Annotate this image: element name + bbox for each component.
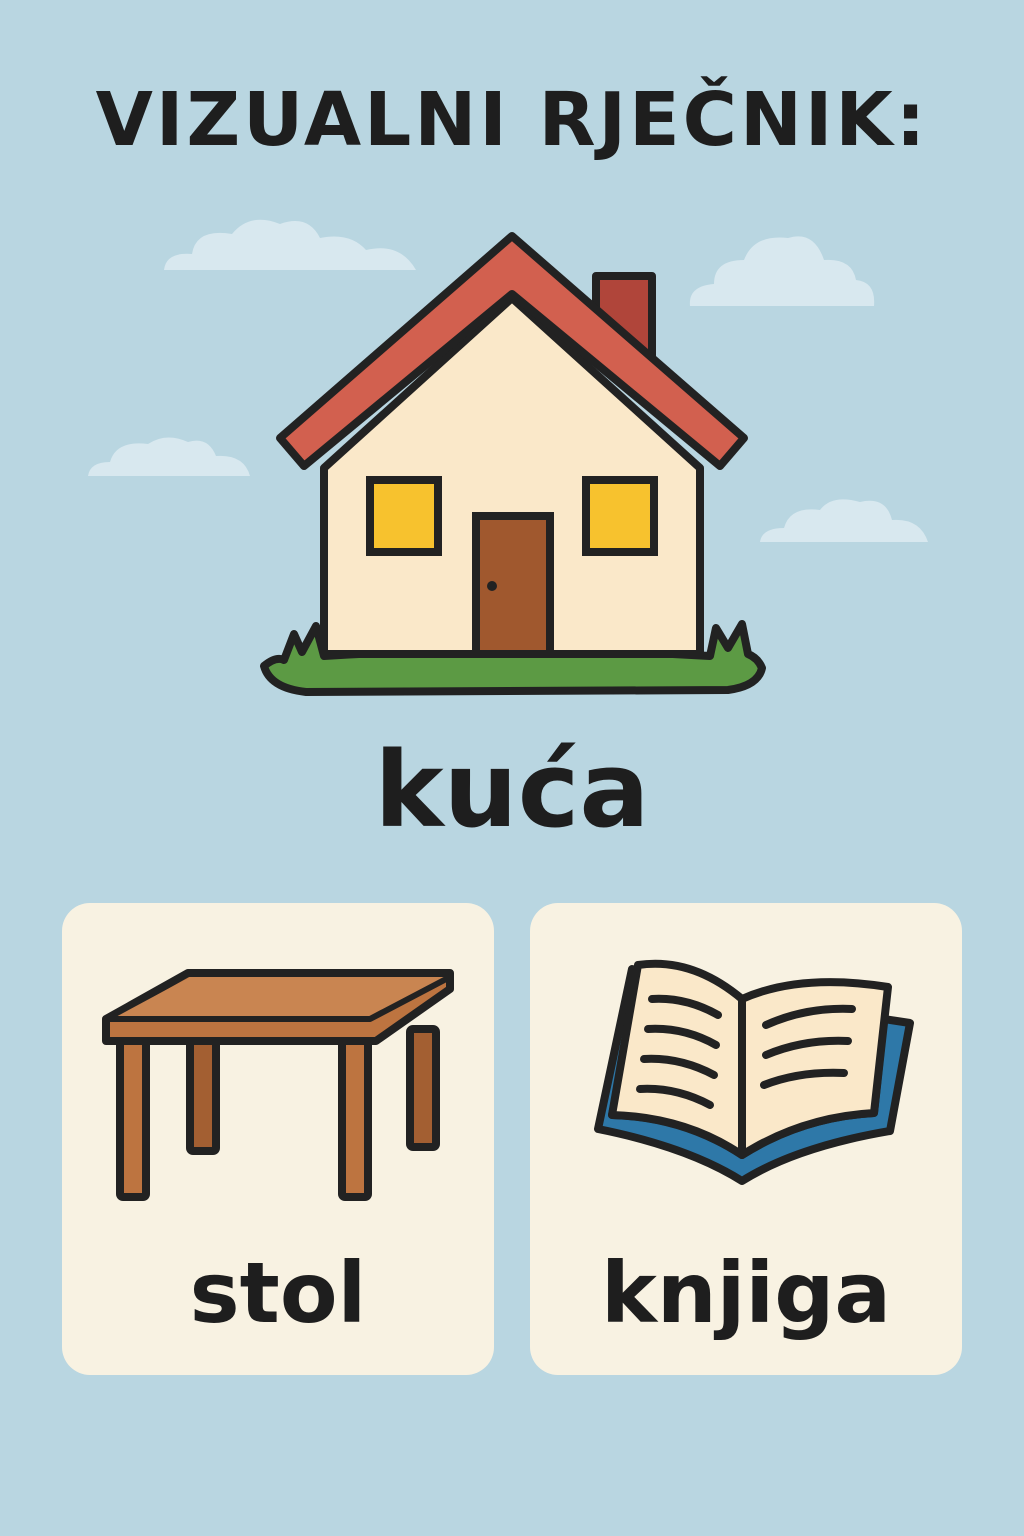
main-word-label: kuća (374, 729, 650, 851)
card-label-stol: stol (189, 1244, 367, 1342)
cloud-icon (760, 499, 928, 542)
cloud-icon (88, 437, 250, 476)
page-title: VIZUALNI RJEČNIK: (95, 77, 929, 163)
house-icon (260, 232, 766, 696)
vocab-card-book[interactable]: knjiga (530, 903, 962, 1375)
book-icon (594, 959, 914, 1185)
table-icon (102, 969, 454, 1201)
card-label-knjiga: knjiga (600, 1244, 892, 1342)
vocab-card-table[interactable]: stol (62, 903, 494, 1375)
